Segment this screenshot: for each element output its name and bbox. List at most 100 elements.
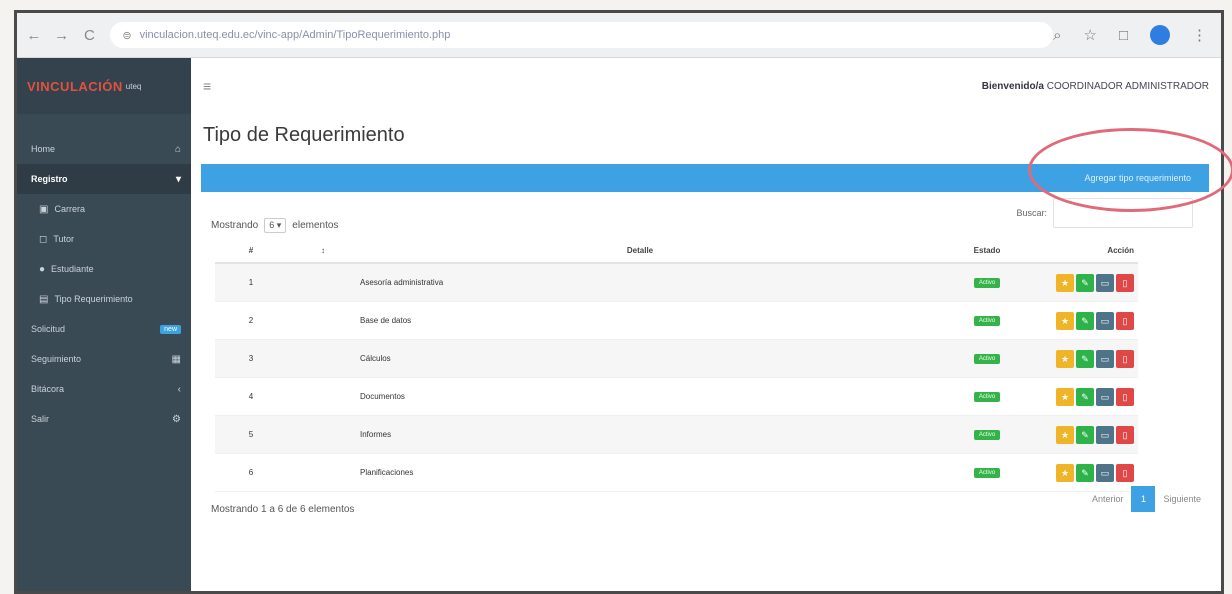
pagination-current-page[interactable]: 1 [1131, 486, 1156, 512]
edit-icon[interactable]: ✎ [1076, 349, 1094, 368]
view-icon[interactable]: ▭ [1096, 463, 1114, 482]
hamburger-icon[interactable]: ≡ [203, 78, 211, 94]
row-spacer [287, 377, 359, 416]
edit-icon[interactable]: ✎ [1076, 425, 1094, 444]
sidebar-item-tutor[interactable]: ◻ Tutor [17, 224, 191, 254]
row-spacer [287, 415, 359, 454]
delete-icon[interactable]: ▯ [1116, 463, 1134, 482]
search-input[interactable] [1053, 198, 1193, 228]
row-estado: Activo [921, 377, 1053, 416]
sidebar-item-tipo-requerimiento[interactable]: ▤ Tipo Requerimiento [17, 284, 191, 314]
sidebar-item-solicitud[interactable]: Solicitud new [17, 314, 191, 344]
delete-icon[interactable]: ▯ [1116, 273, 1134, 292]
view-icon[interactable]: ▭ [1096, 425, 1114, 444]
length-suffix: elementos [292, 220, 339, 231]
delete-icon[interactable]: ▯ [1116, 349, 1134, 368]
view-icon[interactable]: ▭ [1096, 273, 1114, 292]
row-spacer [287, 301, 359, 340]
sidebar-item-label: Seguimiento [31, 354, 82, 364]
card-header-bar: Agregar tipo requerimiento [201, 164, 1209, 192]
row-estado: Activo [921, 301, 1053, 340]
column-header-estado[interactable]: Estado [921, 238, 1053, 264]
view-icon[interactable]: ▭ [1096, 311, 1114, 330]
sidebar-item-home[interactable]: Home ⌂ [17, 134, 191, 164]
status-badge: Activo [973, 354, 1001, 364]
star-icon[interactable]: ★ [1056, 311, 1074, 330]
delete-icon[interactable]: ▯ [1116, 387, 1134, 406]
profile-avatar[interactable] [1150, 25, 1170, 45]
table-header-row: # ↕ Detalle Estado Acción [215, 238, 1138, 264]
edit-icon[interactable]: ✎ [1076, 273, 1094, 292]
gear-icon: ⚙ [172, 413, 181, 425]
column-header-index[interactable]: # [215, 238, 287, 264]
url-text: vinculacion.uteq.edu.ec/vinc-app/Admin/T… [139, 29, 451, 41]
pagination-next[interactable]: Siguiente [1163, 494, 1201, 504]
browser-toolbar: ← → C ⊜ vinculacion.uteq.edu.ec/vinc-app… [17, 13, 1221, 58]
zoom-icon[interactable]: ⌕ [1053, 27, 1061, 44]
table-row: 1 Asesoría administrativa Activo ★ ✎ ▭ ▯ [215, 263, 1138, 302]
edit-icon[interactable]: ✎ [1076, 463, 1094, 482]
sidebar-item-salir[interactable]: Salir ⚙ [17, 404, 191, 434]
row-estado: Activo [921, 339, 1053, 378]
delete-icon[interactable]: ▯ [1116, 425, 1134, 444]
star-icon[interactable]: ★ [1056, 349, 1074, 368]
list-icon: ▤ [39, 293, 49, 305]
star-icon[interactable]: ☆ [1083, 26, 1096, 44]
table-info: Mostrando 1 a 6 de 6 elementos [211, 504, 355, 515]
user-icon: ● [39, 263, 46, 275]
table-row: 5 Informes Activo ★ ✎ ▭ ▯ [215, 415, 1138, 454]
sidebar: VINCULACIÓN uteq Home ⌂ Registro ▾ ▣ Car… [17, 58, 191, 591]
row-index: 4 [215, 377, 287, 416]
sidebar-item-seguimiento[interactable]: Seguimiento ▦ [17, 344, 191, 374]
view-icon[interactable]: ▭ [1096, 387, 1114, 406]
back-icon[interactable]: ← [23, 27, 45, 44]
length-select[interactable]: 6 ▾ [264, 218, 287, 233]
sort-icon[interactable]: ↕ [287, 238, 359, 264]
sidebar-menu: Home ⌂ Registro ▾ ▣ Carrera ◻ Tutor ● Es… [17, 114, 191, 434]
sidebar-item-bitacora[interactable]: Bitácora ‹ [17, 374, 191, 404]
column-header-detalle[interactable]: Detalle [359, 238, 921, 264]
row-detalle: Planificaciones [359, 453, 921, 492]
welcome-prefix: Bienvenido/a [981, 80, 1044, 92]
site-info-icon[interactable]: ⊜ [122, 29, 131, 42]
sidebar-item-label: Carrera [54, 204, 85, 214]
row-actions: ★ ✎ ▭ ▯ [1053, 339, 1138, 378]
sidebar-item-label: Tutor [53, 234, 74, 244]
star-icon[interactable]: ★ [1056, 425, 1074, 444]
status-badge: Activo [973, 316, 1001, 326]
status-badge: Activo [973, 430, 1001, 440]
star-icon[interactable]: ★ [1056, 463, 1074, 482]
view-icon[interactable]: ▭ [1096, 349, 1114, 368]
star-icon[interactable]: ★ [1056, 273, 1074, 292]
delete-icon[interactable]: ▯ [1116, 311, 1134, 330]
extensions-icon[interactable]: □ [1119, 27, 1128, 44]
reload-icon[interactable]: C [79, 27, 101, 44]
address-bar[interactable]: ⊜ vinculacion.uteq.edu.ec/vinc-app/Admin… [110, 22, 1054, 48]
chat-icon: ◻ [39, 233, 48, 245]
row-spacer [287, 263, 359, 302]
brand-logo[interactable]: VINCULACIÓN uteq [17, 58, 191, 114]
edit-icon[interactable]: ✎ [1076, 311, 1094, 330]
star-icon[interactable]: ★ [1056, 387, 1074, 406]
sidebar-item-estudiante[interactable]: ● Estudiante [17, 254, 191, 284]
screenshot-frame: ← → C ⊜ vinculacion.uteq.edu.ec/vinc-app… [14, 10, 1224, 594]
forward-icon[interactable]: → [51, 27, 73, 44]
chevron-left-icon: ‹ [177, 383, 181, 395]
chevron-down-icon: ▾ [175, 173, 181, 185]
brand-main: VINCULACIÓN [27, 78, 123, 94]
row-actions: ★ ✎ ▭ ▯ [1053, 377, 1138, 416]
pagination: Anterior 1 Siguiente [1092, 486, 1201, 512]
row-actions: ★ ✎ ▭ ▯ [1053, 415, 1138, 454]
row-index: 2 [215, 301, 287, 340]
edit-icon[interactable]: ✎ [1076, 387, 1094, 406]
sidebar-item-registro[interactable]: Registro ▾ [17, 164, 191, 194]
row-index: 6 [215, 453, 287, 492]
sidebar-item-carrera[interactable]: ▣ Carrera [17, 194, 191, 224]
pagination-prev[interactable]: Anterior [1092, 494, 1124, 504]
add-tipo-requerimiento-button[interactable]: Agregar tipo requerimiento [1078, 172, 1197, 184]
row-detalle: Asesoría administrativa [359, 263, 921, 302]
kebab-menu-icon[interactable]: ⋮ [1192, 26, 1207, 44]
app-header: ≡ Bienvenido/a COORDINADOR ADMINISTRADOR [191, 58, 1221, 115]
sidebar-item-label: Tipo Requerimiento [54, 294, 133, 304]
row-detalle: Informes [359, 415, 921, 454]
